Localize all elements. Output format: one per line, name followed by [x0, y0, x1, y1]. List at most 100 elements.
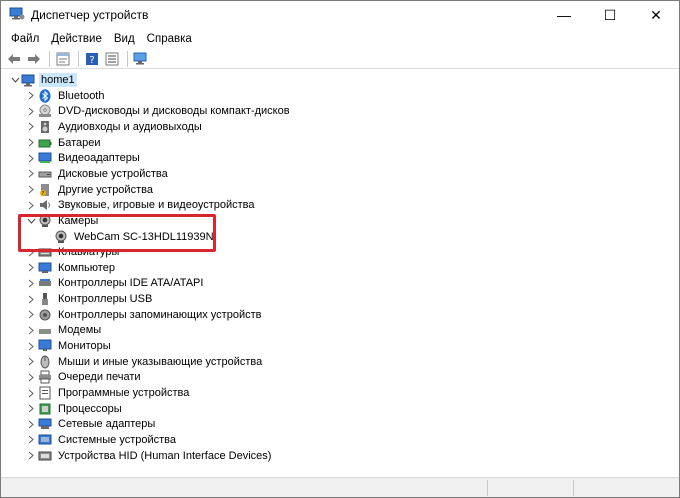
chevron-right-icon[interactable]	[26, 166, 36, 182]
menu-file[interactable]: Файл	[5, 29, 45, 49]
tree-item-label: Видеоадаптеры	[58, 152, 140, 165]
tree-item-label: Контроллеры USB	[58, 293, 153, 306]
tree-category[interactable]: Мониторы	[2, 338, 679, 354]
tree-category[interactable]: Контроллеры запоминающих устройств	[2, 307, 679, 323]
chevron-right-icon[interactable]	[26, 307, 36, 323]
status-cell	[573, 480, 677, 496]
mouse-icon	[38, 355, 52, 369]
device-manager-app-icon	[9, 7, 25, 21]
chevron-right-icon[interactable]	[26, 150, 36, 166]
forward-button[interactable]	[25, 50, 43, 68]
toolbar-separator	[49, 50, 50, 67]
ide-controller-icon	[38, 276, 52, 290]
menu-action[interactable]: Действие	[45, 29, 108, 49]
tree-item-label: Устройства HID (Human Interface Devices)	[58, 449, 272, 462]
back-button[interactable]	[5, 50, 23, 68]
svg-text:?: ?	[42, 191, 45, 197]
tree-category[interactable]: Модемы	[2, 322, 679, 338]
tree-category[interactable]: Батареи	[2, 135, 679, 151]
tree-category[interactable]: DVD-дисководы и дисководы компакт-дисков	[2, 103, 679, 119]
chevron-right-icon[interactable]	[26, 291, 36, 307]
tree-item-label: Bluetooth	[58, 89, 105, 102]
chevron-right-icon[interactable]	[26, 401, 36, 417]
tree-item-label: Батареи	[58, 136, 101, 149]
tree-category[interactable]: Устройства HID (Human Interface Devices)	[2, 448, 679, 464]
minimize-button[interactable]: —	[541, 1, 587, 29]
window-title: Диспетчер устройств	[31, 8, 149, 22]
speaker-icon	[38, 120, 52, 134]
chevron-right-icon[interactable]	[26, 197, 36, 213]
chevron-right-icon[interactable]	[26, 88, 36, 104]
tree-category[interactable]: Очереди печати	[2, 369, 679, 385]
chevron-right-icon[interactable]	[26, 322, 36, 338]
close-button[interactable]: ✕	[633, 1, 679, 29]
tree-item-label: Другие устройства	[58, 183, 153, 196]
battery-icon	[38, 136, 52, 150]
network-adapter-icon	[38, 417, 52, 431]
tree-item-label: Системные устройства	[58, 433, 177, 446]
tree-item-label: Мыши и иные указывающие устройства	[58, 355, 263, 368]
tree-category[interactable]: Видеоадаптеры	[2, 150, 679, 166]
chevron-right-icon[interactable]	[26, 275, 36, 291]
properties-button[interactable]	[54, 50, 72, 68]
tree-category[interactable]: Системные устройства	[2, 432, 679, 448]
title-bar: Диспетчер устройств — ☐ ✕	[1, 1, 679, 29]
properties-icon	[56, 52, 70, 65]
chevron-right-icon[interactable]	[26, 182, 36, 198]
chevron-right-icon[interactable]	[26, 432, 36, 448]
chevron-right-icon[interactable]	[26, 103, 36, 119]
tree-item-label: Процессоры	[58, 402, 122, 415]
chevron-right-icon[interactable]	[26, 385, 36, 401]
unknown-device-icon: ?	[38, 183, 52, 197]
chevron-right-icon[interactable]	[26, 354, 36, 370]
chevron-right-icon[interactable]	[26, 338, 36, 354]
menu-view[interactable]: Вид	[108, 29, 141, 49]
monitor-icon	[38, 339, 52, 353]
chevron-right-icon[interactable]	[26, 448, 36, 464]
help-button[interactable]: ?	[83, 50, 101, 68]
display-adapter-icon	[38, 151, 52, 165]
tree-category[interactable]: Звуковые, игровые и видеоустройства	[2, 197, 679, 213]
chevron-right-icon[interactable]	[26, 260, 36, 276]
chevron-right-icon[interactable]	[26, 369, 36, 385]
tree-root[interactable]: home1	[2, 72, 679, 88]
tree-category[interactable]: Процессоры	[2, 401, 679, 417]
back-arrow-icon	[8, 53, 20, 64]
hid-icon	[38, 449, 52, 463]
toolbar-separator	[78, 50, 79, 67]
menu-help[interactable]: Справка	[141, 29, 198, 49]
tree-category[interactable]: Аудиовходы и аудиовыходы	[2, 119, 679, 135]
tree-item-label: DVD-дисководы и дисководы компакт-дисков	[58, 105, 290, 118]
tree-item-label: Мониторы	[58, 340, 111, 353]
tree-category[interactable]: Компьютер	[2, 260, 679, 276]
tree-category[interactable]: Контроллеры USB	[2, 291, 679, 307]
tree-category[interactable]: Сетевые адаптеры	[2, 416, 679, 432]
tree-item-label: Контроллеры IDE ATA/ATAPI	[58, 277, 204, 290]
scan-hardware-button[interactable]	[132, 50, 150, 68]
maximize-icon: ☐	[603, 6, 617, 23]
system-device-icon	[38, 433, 52, 447]
storage-controller-icon	[38, 308, 52, 322]
forward-arrow-icon	[28, 53, 40, 64]
tree-category[interactable]: Мыши и иные указывающие устройства	[2, 354, 679, 370]
tree-category[interactable]: Дисковые устройства	[2, 166, 679, 182]
maximize-button[interactable]: ☐	[587, 1, 633, 29]
software-device-icon	[38, 386, 52, 400]
device-manager-window: Диспетчер устройств — ☐ ✕ Файл Действие …	[0, 0, 680, 498]
tree-category[interactable]: Программные устройства	[2, 385, 679, 401]
chevron-down-icon[interactable]	[10, 72, 20, 88]
tree-item-label: Компьютер	[58, 261, 115, 274]
tree-category[interactable]: ? Другие устройства	[2, 182, 679, 198]
tree-category[interactable]: Bluetooth	[2, 88, 679, 104]
chevron-right-icon[interactable]	[26, 135, 36, 151]
status-cell	[487, 480, 573, 496]
sound-icon	[38, 198, 52, 212]
tree-item-label: Очереди печати	[58, 371, 141, 384]
chevron-right-icon[interactable]	[26, 119, 36, 135]
tree-item-label: Программные устройства	[58, 387, 190, 399]
view-button[interactable]	[103, 50, 121, 68]
tree-category[interactable]: Контроллеры IDE ATA/ATAPI	[2, 275, 679, 291]
device-tree: home1 Bluetooth DVD-дисководы и дисководы …	[2, 72, 679, 476]
svg-text:?: ?	[89, 55, 94, 66]
chevron-right-icon[interactable]	[26, 416, 36, 432]
